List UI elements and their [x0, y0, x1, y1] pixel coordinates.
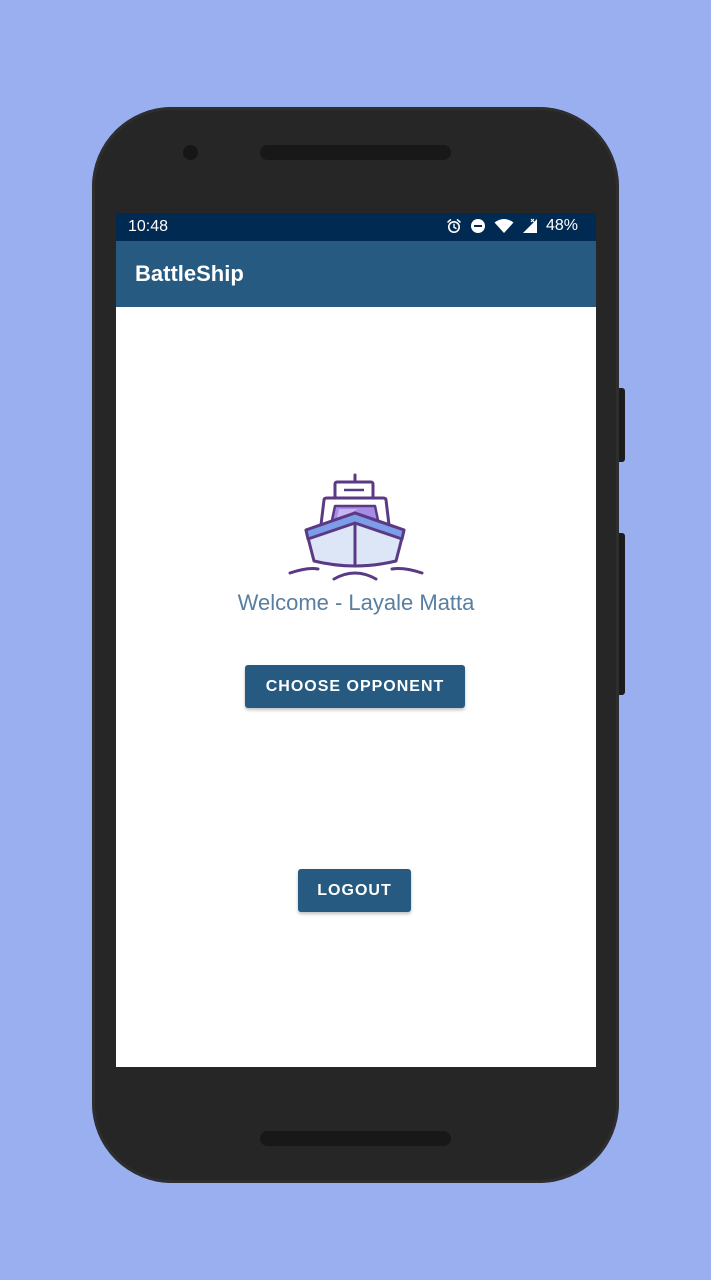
app-title: BattleShip: [135, 261, 244, 286]
screen: 10:48 48% BattleShip Welcome - Layale Ma…: [116, 213, 596, 1067]
volume-button: [619, 533, 625, 695]
status-icons: 48%: [446, 217, 578, 235]
battery-percent: 48%: [545, 217, 578, 234]
wifi-icon: [494, 218, 514, 234]
status-bar: 10:48 48%: [116, 213, 596, 241]
app-bar: BattleShip: [116, 241, 596, 307]
power-button: [619, 388, 625, 462]
bottom-speaker: [260, 1131, 451, 1146]
top-speaker: [260, 145, 451, 160]
status-time: 10:48: [128, 218, 169, 235]
logout-button[interactable]: LOGOUT: [298, 869, 411, 912]
ship-icon: [286, 473, 426, 588]
front-camera: [183, 145, 198, 160]
main-content: Welcome - Layale Matta CHOOSE OPPONENT L…: [116, 307, 596, 1067]
cell-signal-icon: [522, 218, 538, 234]
do-not-disturb-icon: [470, 218, 486, 234]
welcome-text: Welcome - Layale Matta: [237, 590, 475, 615]
alarm-icon: [446, 218, 462, 234]
choose-opponent-button[interactable]: CHOOSE OPPONENT: [245, 665, 465, 708]
